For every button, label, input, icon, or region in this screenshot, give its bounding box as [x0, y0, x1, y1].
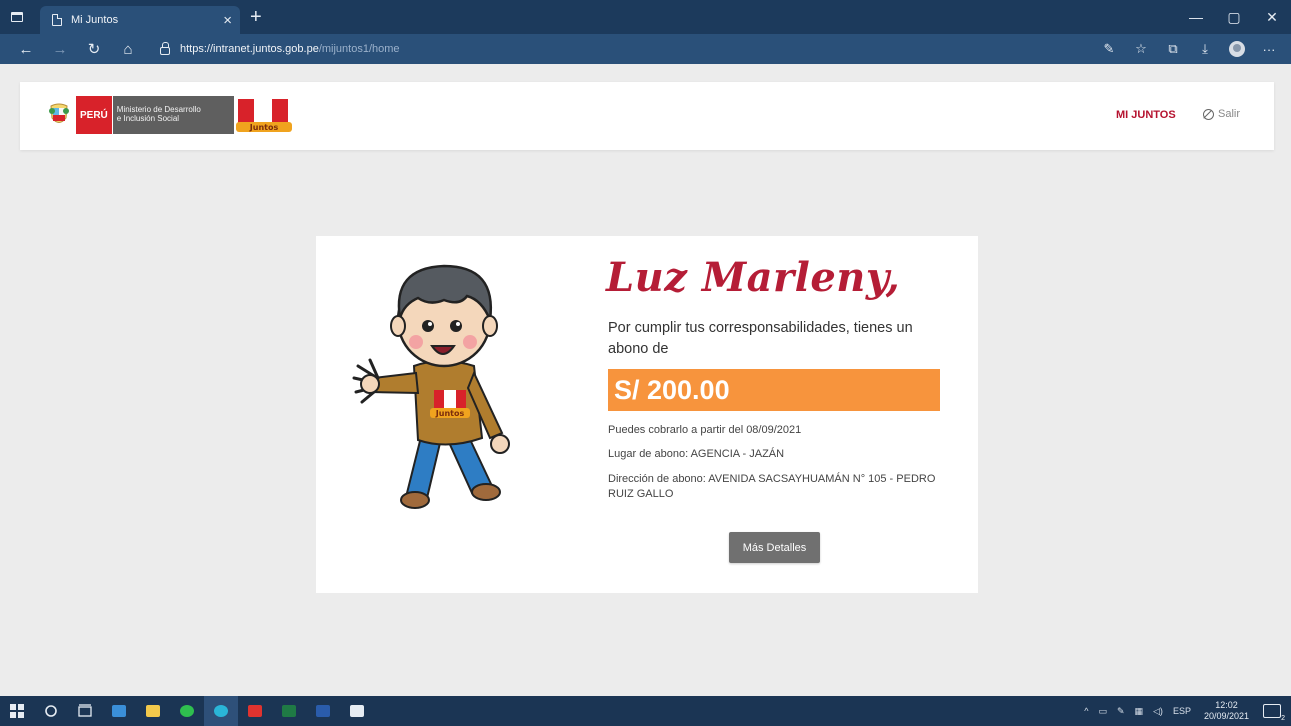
abono-message: Por cumplir tus corresponsabilidades, ti…	[608, 320, 913, 357]
greeting-name: Luz Marleny,	[606, 254, 901, 301]
tab-close-icon[interactable]: ×	[223, 13, 232, 28]
read-aloud-icon[interactable]: ✎	[1095, 36, 1123, 62]
whatsapp-icon	[180, 705, 194, 717]
child-waving-illustration: Juntos	[352, 264, 510, 509]
tray-chevron-icon[interactable]: ^	[1084, 706, 1088, 716]
peru-coat-of-arms-icon	[49, 103, 69, 123]
address-bar: ← → ↻ ⌂ https://intranet.juntos.gob.pe /…	[0, 34, 1291, 64]
taskbar-app-acrobat[interactable]	[238, 696, 272, 726]
tray-pen-icon[interactable]: ✎	[1117, 706, 1125, 717]
peru-label: PERÚ	[76, 96, 112, 134]
nav-salir-link[interactable]: Salir	[1203, 108, 1240, 120]
clock-date: 20/09/2021	[1203, 711, 1249, 721]
page-viewport: PERÚ Ministerio de Desarrollo e Inclusió…	[0, 64, 1291, 696]
tray-battery-icon[interactable]: ▭	[1098, 706, 1107, 717]
abono-amount: S/ 200.00	[614, 374, 730, 405]
page-icon	[52, 14, 62, 26]
profile-icon	[1229, 41, 1245, 57]
favorites-icon[interactable]: ☆	[1127, 36, 1155, 62]
notification-center-icon[interactable]: 2	[1263, 704, 1285, 722]
system-tray: ^ ▭ ✎ ▦ ◁) ESP 12:02 20/09/2021 2	[1079, 696, 1291, 726]
window-menu-button[interactable]	[0, 0, 34, 34]
collections-icon[interactable]: ⧉	[1159, 36, 1187, 62]
shirt-juntos-text: Juntos	[435, 409, 465, 418]
direccion-abono-text: Dirección de abono: AVENIDA SACSAYHUAMÁN…	[608, 473, 936, 500]
more-menu-icon[interactable]: ···	[1255, 36, 1283, 62]
tray-volume-icon[interactable]: ◁)	[1153, 706, 1163, 717]
window-menu-icon	[11, 12, 23, 22]
edge-icon	[214, 705, 228, 717]
task-view-button[interactable]	[68, 696, 102, 726]
home-button[interactable]: ⌂	[114, 36, 142, 62]
cobro-date-text: Puedes cobrarlo a partir del 08/09/2021	[608, 424, 802, 436]
logout-icon	[1203, 108, 1214, 120]
browser-toolbar-icons: ✎ ☆ ⧉ ⤓ ···	[1091, 36, 1291, 62]
maximize-button[interactable]: ▢	[1215, 0, 1253, 34]
tray-network-icon[interactable]: ▦	[1135, 706, 1144, 717]
nav-mi-juntos-link[interactable]: MI JUNTOS	[1116, 109, 1176, 121]
juntos-logo-text: Juntos	[249, 123, 279, 132]
clock-time: 12:02	[1215, 700, 1238, 710]
taskbar-app-explorer[interactable]	[136, 696, 170, 726]
excel-icon	[282, 705, 296, 717]
taskbar-app-photos[interactable]	[340, 696, 374, 726]
downloads-icon[interactable]: ⤓	[1191, 36, 1219, 62]
ministerio-line-2: e Inclusión Social	[116, 114, 180, 123]
minimize-button[interactable]: —	[1177, 0, 1215, 34]
paint-app-icon	[112, 705, 126, 717]
folder-icon	[146, 705, 160, 717]
browser-tab-bar: Mi Juntos × + — ▢ ✕	[0, 0, 1291, 34]
taskbar-app-edge[interactable]	[204, 696, 238, 726]
taskbar-app-paint[interactable]	[102, 696, 136, 726]
task-view-icon	[78, 704, 92, 717]
url-path: /mijuntos1/home	[318, 43, 400, 55]
site-header: PERÚ Ministerio de Desarrollo e Inclusió…	[20, 82, 1274, 150]
window-controls: — ▢ ✕	[1177, 0, 1291, 34]
abono-card: Juntos Luz Marleny, Por cumplir tus corr…	[316, 236, 978, 593]
photos-icon	[350, 705, 364, 717]
new-tab-button[interactable]: +	[250, 7, 262, 27]
taskbar-app-whatsapp[interactable]	[170, 696, 204, 726]
ministerio-logo[interactable]: PERÚ Ministerio de Desarrollo e Inclusió…	[48, 96, 292, 134]
tab-title: Mi Juntos	[71, 14, 119, 26]
pdf-icon	[248, 705, 262, 717]
browser-tab-mijuntos[interactable]: Mi Juntos ×	[40, 6, 240, 34]
profile-button[interactable]	[1223, 36, 1251, 62]
back-button[interactable]: ←	[12, 36, 40, 62]
search-circle-icon	[45, 705, 57, 717]
tray-language[interactable]: ESP	[1173, 706, 1191, 716]
mas-detalles-button[interactable]: Más Detalles	[729, 532, 820, 563]
url-field[interactable]: https://intranet.juntos.gob.pe /mijuntos…	[160, 37, 400, 61]
close-window-button[interactable]: ✕	[1253, 0, 1291, 34]
search-button[interactable]	[34, 696, 68, 726]
windows-taskbar: ^ ▭ ✎ ▦ ◁) ESP 12:02 20/09/2021 2	[0, 696, 1291, 726]
lock-icon	[160, 41, 170, 55]
windows-logo-icon	[10, 704, 24, 718]
taskbar-app-word[interactable]	[306, 696, 340, 726]
refresh-button[interactable]: ↻	[80, 36, 108, 62]
forward-button[interactable]: →	[46, 36, 74, 62]
start-button[interactable]	[0, 696, 34, 726]
system-clock[interactable]: 12:02 20/09/2021	[1204, 700, 1249, 722]
ministerio-label: Ministerio de Desarrollo e Inclusión Soc…	[111, 96, 234, 134]
notification-count: 2	[1281, 715, 1285, 722]
juntos-flag-logo: Juntos	[235, 99, 292, 132]
lugar-abono-text: Lugar de abono: AGENCIA - JAZÁN	[608, 448, 785, 460]
amount-banner: S/ 200.00	[608, 369, 940, 411]
word-icon	[316, 705, 330, 717]
url-host: https://intranet.juntos.gob.pe	[180, 43, 319, 55]
salir-label: Salir	[1218, 108, 1241, 120]
taskbar-app-excel[interactable]	[272, 696, 306, 726]
